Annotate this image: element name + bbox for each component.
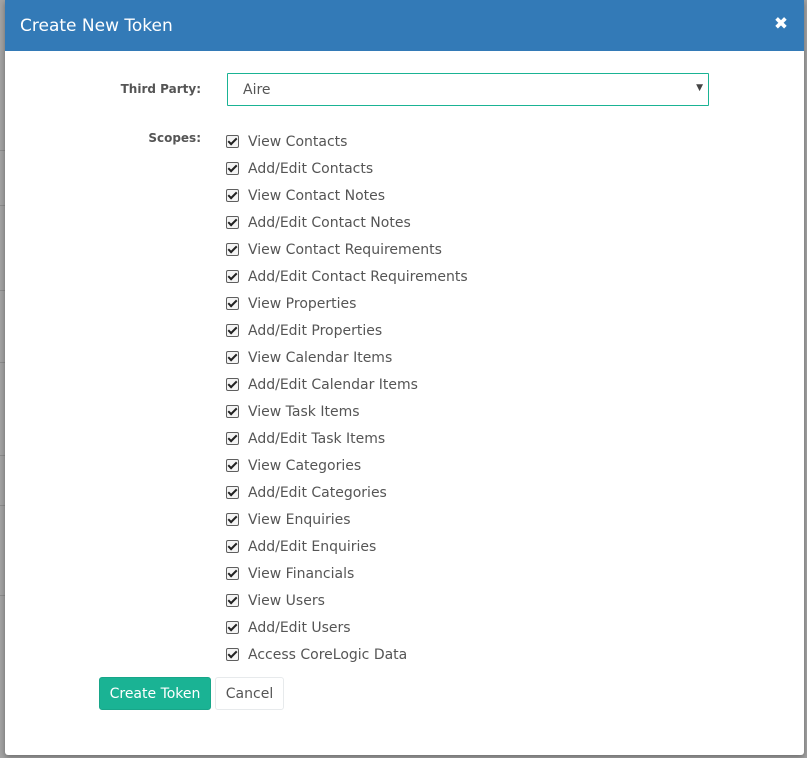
close-icon[interactable]: ✖ [772,14,790,34]
scope-label: View Financials [248,565,355,582]
scope-item[interactable]: View Contact Notes [226,182,468,209]
scope-item[interactable]: Add/Edit Contacts [226,155,468,182]
scope-checkbox[interactable] [226,297,239,310]
scope-checkbox[interactable] [226,594,239,607]
scope-checkbox[interactable] [226,270,239,283]
scope-checkbox[interactable] [226,486,239,499]
scope-label: Add/Edit Properties [248,322,383,339]
scope-item[interactable]: View Financials [226,560,468,587]
scope-label: Add/Edit Calendar Items [248,376,418,393]
scope-item[interactable]: View Enquiries [226,506,468,533]
scope-checkbox[interactable] [226,621,239,634]
scope-item[interactable]: View Properties [226,290,468,317]
scope-item[interactable]: View Task Items [226,398,468,425]
scope-checkbox[interactable] [226,135,239,148]
scope-checkbox[interactable] [226,216,239,229]
scope-label: View Enquiries [248,511,351,528]
scope-label: Add/Edit Contact Notes [248,214,411,231]
scope-label: View Calendar Items [248,349,393,366]
third-party-label: Third Party: [120,82,201,96]
create-token-button[interactable]: Create Token [99,677,211,710]
scope-label: Access CoreLogic Data [248,646,408,663]
scope-item[interactable]: Add/Edit Properties [226,317,468,344]
scopes-label: Scopes: [148,131,201,145]
scope-item[interactable]: Add/Edit Task Items [226,425,468,452]
scope-item[interactable]: View Users [226,587,468,614]
scope-label: Add/Edit Categories [248,484,387,501]
scope-checkbox[interactable] [226,351,239,364]
scope-label: View Task Items [248,403,360,420]
scope-checkbox[interactable] [226,324,239,337]
scope-item[interactable]: View Contact Requirements [226,236,468,263]
chevron-down-icon: ▼ [696,83,703,93]
scope-label: View Contact Notes [248,187,386,204]
modal-title: Create New Token [20,16,173,36]
scope-label: View Contacts [248,133,348,150]
third-party-selected-value: Aire [243,82,271,98]
scope-checkbox[interactable] [226,459,239,472]
scope-item[interactable]: Add/Edit Calendar Items [226,371,468,398]
modal-header: Create New Token ✖ [5,0,804,51]
scope-item[interactable]: View Calendar Items [226,344,468,371]
scope-label: View Categories [248,457,362,474]
scope-label: View Properties [248,295,357,312]
scope-item[interactable]: Add/Edit Users [226,614,468,641]
scope-checkbox[interactable] [226,648,239,661]
scope-item[interactable]: Add/Edit Categories [226,479,468,506]
third-party-select[interactable]: Aire ▼ [227,73,709,106]
scope-item[interactable]: View Categories [226,452,468,479]
scope-item[interactable]: Add/Edit Enquiries [226,533,468,560]
scope-label: Add/Edit Contact Requirements [248,268,468,285]
scope-label: View Contact Requirements [248,241,442,258]
scope-item[interactable]: Access CoreLogic Data [226,641,468,668]
scope-item[interactable]: Add/Edit Contact Notes [226,209,468,236]
scope-checkbox[interactable] [226,567,239,580]
scope-checkbox[interactable] [226,243,239,256]
create-token-modal: Create New Token ✖ Third Party: Aire ▼ S… [5,0,804,755]
scope-checkbox[interactable] [226,405,239,418]
scope-list: View Contacts Add/Edit Contacts View Con… [226,128,468,668]
scope-label: Add/Edit Enquiries [248,538,377,555]
scope-checkbox[interactable] [226,540,239,553]
scope-label: Add/Edit Contacts [248,160,374,177]
scope-checkbox[interactable] [226,513,239,526]
scope-checkbox[interactable] [226,162,239,175]
scope-label: View Users [248,592,325,609]
scope-label: Add/Edit Task Items [248,430,386,447]
scope-checkbox[interactable] [226,432,239,445]
cancel-button[interactable]: Cancel [215,677,284,710]
scope-label: Add/Edit Users [248,619,351,636]
scope-checkbox[interactable] [226,189,239,202]
scope-checkbox[interactable] [226,378,239,391]
scope-item[interactable]: View Contacts [226,128,468,155]
scope-item[interactable]: Add/Edit Contact Requirements [226,263,468,290]
